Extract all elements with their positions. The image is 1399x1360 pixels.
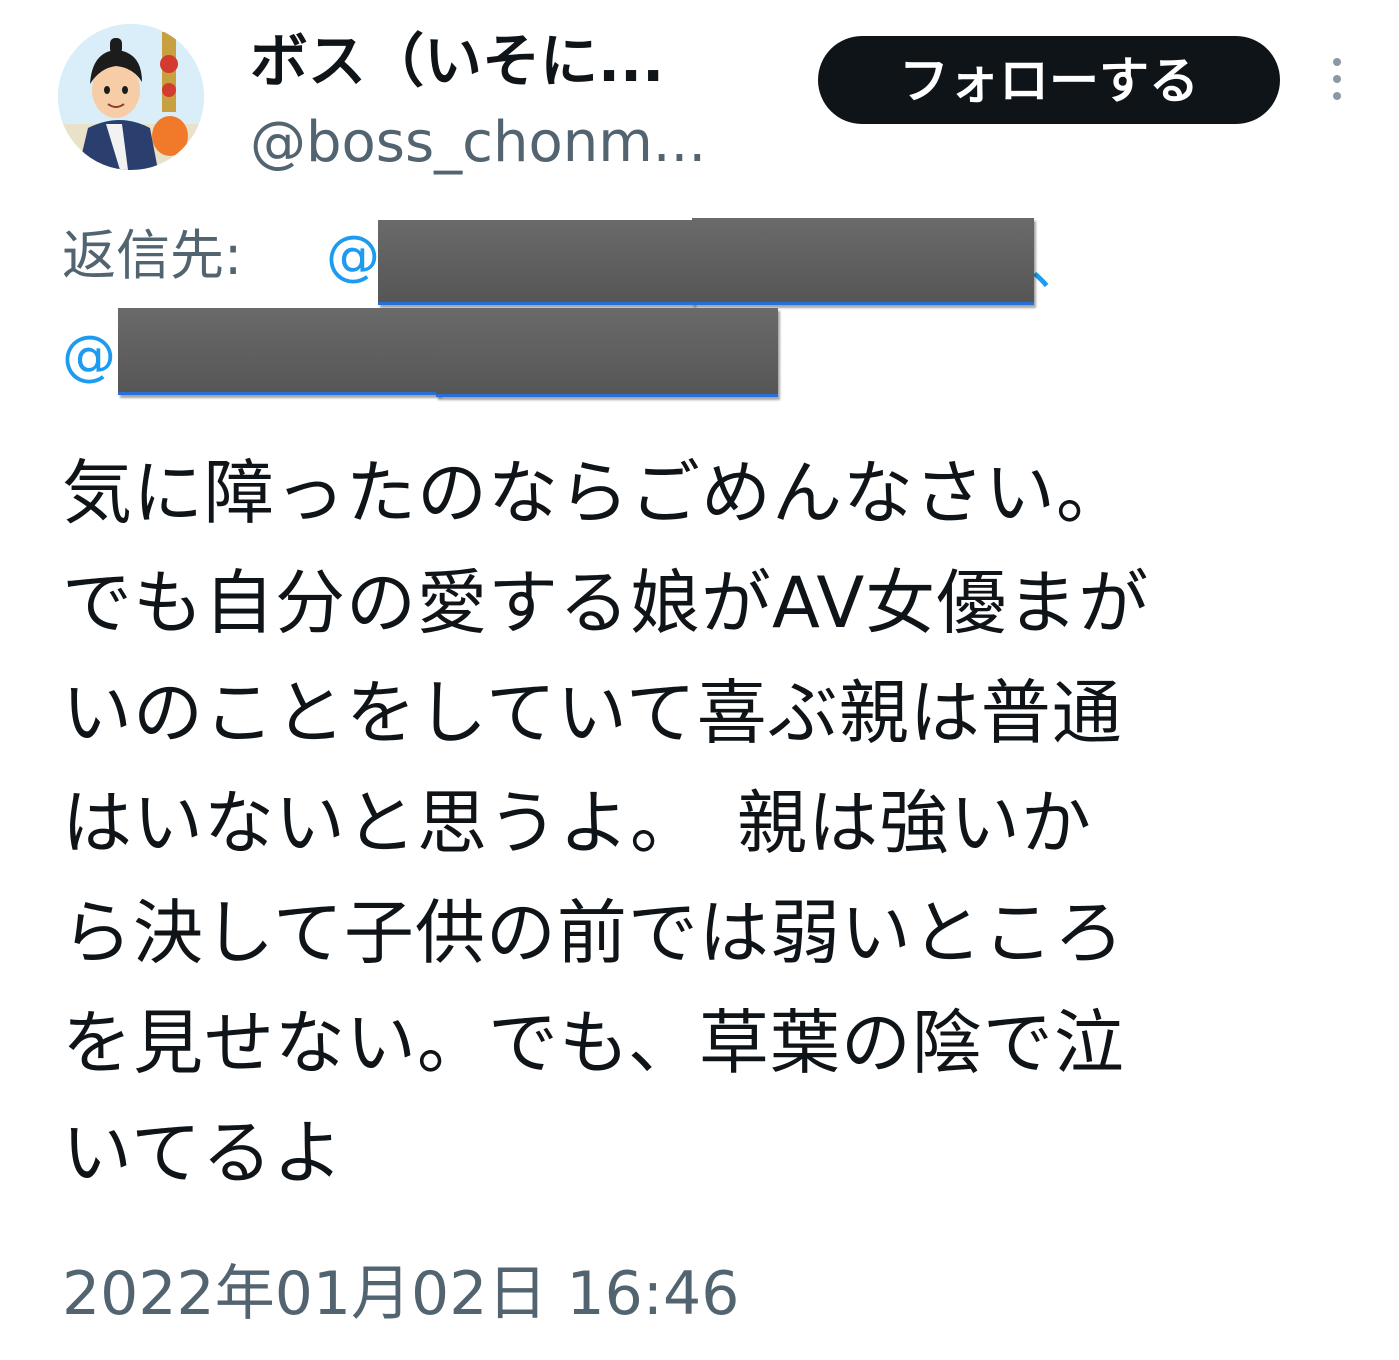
redaction-block	[378, 220, 694, 305]
avatar-illustration-icon	[58, 24, 204, 170]
tweet-text-line: でも自分の愛する娘がAV女優まが	[62, 562, 1150, 644]
tweet-text-line: いてるよ	[62, 1112, 344, 1194]
reply-mention-2[interactable]: @	[62, 316, 116, 396]
tweet-text-line: はいないと思うよ。 親は強いか	[62, 782, 1092, 864]
tweet-text: 気に障ったのならごめんなさい。 でも自分の愛する娘がAV女優まが いのことをして…	[62, 438, 1362, 1208]
redaction-block	[436, 308, 778, 397]
redaction-block	[118, 308, 440, 395]
redaction-block	[692, 218, 1034, 305]
reply-mention-1[interactable]: @	[326, 216, 380, 296]
avatar[interactable]	[58, 24, 204, 170]
tweet-text-line: を見せない。でも、草葉の陰で泣	[62, 1002, 1125, 1084]
more-options-icon[interactable]	[1322, 58, 1352, 108]
reply-separator: 、	[1030, 234, 1084, 297]
reply-label: 返信先:	[62, 224, 243, 287]
display-name[interactable]: ボス（いそに...	[250, 26, 664, 96]
tweet-timestamp[interactable]: 2022年01月02日 16:46	[62, 1256, 739, 1332]
tweet-card: ボス（いそに... @boss_chonm... フォローする 返信先: @ 、…	[0, 0, 1399, 1360]
tweet-text-line: 気に障ったのならごめんなさい。	[62, 452, 1127, 534]
user-handle[interactable]: @boss_chonm...	[250, 110, 706, 176]
tweet-text-line: ら決して子供の前では弱いところ	[62, 892, 1125, 974]
tweet-text-line: いのことをしていて喜ぶ親は普通	[62, 672, 1123, 754]
follow-button[interactable]: フォローする	[818, 36, 1280, 124]
